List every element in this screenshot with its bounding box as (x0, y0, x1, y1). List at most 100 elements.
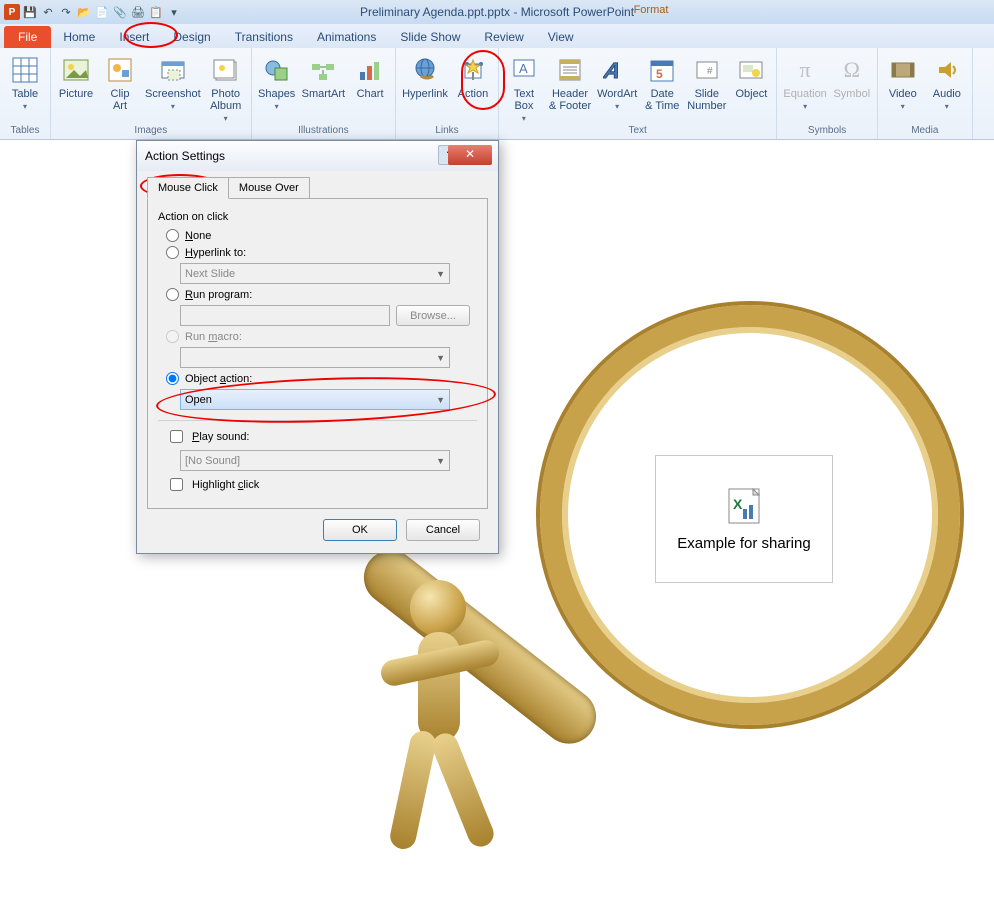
undo-icon[interactable]: ↶ (40, 4, 56, 20)
svg-text:A: A (603, 58, 623, 83)
redo-icon[interactable]: ↷ (58, 4, 74, 20)
tab-file[interactable]: File (4, 26, 51, 48)
screenshot-icon (157, 54, 189, 86)
group-illustrations: Shapes SmartArt Chart Illustrations (252, 48, 396, 139)
paste-icon[interactable]: 📋 (148, 4, 164, 20)
objectaction-value: Open (185, 394, 212, 406)
smartart-icon (307, 54, 339, 86)
audio-icon (931, 54, 963, 86)
headerfooter-icon (554, 54, 586, 86)
embedded-caption: Example for sharing (677, 535, 810, 553)
playsound-value: [No Sound] (185, 455, 240, 467)
tab-home[interactable]: Home (51, 26, 107, 48)
slidenumber-label: Slide Number (687, 88, 726, 112)
ribbon-tabstrip: File Home Insert Design Transitions Anim… (0, 24, 994, 48)
chart-button[interactable]: Chart (351, 54, 389, 100)
photoalbum-icon (210, 54, 242, 86)
hyperlink-icon (409, 54, 441, 86)
action-label: Action (458, 88, 489, 100)
group-symbols: πEquation ΩSymbol Symbols (777, 48, 877, 139)
open-icon[interactable]: 📂 (76, 4, 92, 20)
tab-transitions[interactable]: Transitions (223, 26, 305, 48)
tab-review[interactable]: Review (472, 26, 535, 48)
table-button[interactable]: Table (6, 54, 44, 111)
svg-text:5: 5 (656, 67, 663, 81)
group-text: AText Box Header & Footer AWordArt 5Date… (499, 48, 777, 139)
shapes-label: Shapes (258, 88, 295, 100)
ok-button[interactable]: OK (323, 519, 397, 541)
picture-button[interactable]: Picture (57, 54, 95, 100)
headerfooter-label: Header & Footer (549, 88, 591, 112)
wordart-button[interactable]: AWordArt (597, 54, 637, 111)
audio-button[interactable]: Audio (928, 54, 966, 111)
new-icon[interactable]: 📄 (94, 4, 110, 20)
video-button[interactable]: Video (884, 54, 922, 111)
dialog-close-icon[interactable]: ✕ (448, 145, 492, 165)
svg-text:#: # (707, 66, 713, 77)
tab-slideshow[interactable]: Slide Show (388, 26, 472, 48)
tab-view[interactable]: View (536, 26, 586, 48)
headerfooter-button[interactable]: Header & Footer (549, 54, 591, 112)
symbol-button[interactable]: ΩSymbol (833, 54, 871, 100)
excel-icon: X (723, 485, 765, 527)
title-bar: P 💾 ↶ ↷ 📂 📄 📎 🖨 📋 ▾ Preliminary Agenda.p… (0, 0, 994, 24)
table-label: Table (12, 88, 38, 100)
object-button[interactable]: Object (732, 54, 770, 100)
tab-format[interactable]: Format (600, 0, 702, 20)
cancel-button[interactable]: Cancel (406, 519, 480, 541)
photoalbum-button[interactable]: Photo Album (207, 54, 245, 123)
radio-runmacro: Run macro: (166, 330, 477, 343)
tab-mouse-over[interactable]: Mouse Over (228, 177, 310, 199)
datetime-button[interactable]: 5Date & Time (643, 54, 681, 112)
smartart-label: SmartArt (302, 88, 345, 100)
embedded-object[interactable]: X Example for sharing (655, 455, 833, 583)
radio-hyperlink[interactable]: Hyperlink to: (166, 246, 477, 259)
objectaction-combo[interactable]: Open▼ (180, 389, 450, 410)
check-highlight[interactable]: Highlight click (166, 475, 477, 494)
textbox-icon: A (508, 54, 540, 86)
datetime-icon: 5 (646, 54, 678, 86)
attach-icon[interactable]: 📎 (112, 4, 128, 20)
dialog-titlebar[interactable]: Action Settings ? ✕ (137, 141, 498, 171)
clipart-label: Clip Art (111, 88, 130, 112)
object-label: Object (735, 88, 767, 100)
wordart-icon: A (601, 54, 633, 86)
print-icon[interactable]: 🖨 (130, 4, 146, 20)
tab-insert[interactable]: Insert (107, 26, 161, 48)
radio-runprogram[interactable]: Run program: (166, 288, 477, 301)
shapes-button[interactable]: Shapes (258, 54, 296, 111)
app-icon: P (4, 4, 20, 20)
window-title: Preliminary Agenda.ppt.pptx - Microsoft … (360, 5, 634, 19)
video-icon (887, 54, 919, 86)
svg-text:X: X (733, 496, 743, 512)
tab-animations[interactable]: Animations (305, 26, 388, 48)
radio-objectaction[interactable]: Object action: (166, 372, 477, 385)
playsound-combo: [No Sound]▼ (180, 450, 450, 471)
group-tables-label: Tables (11, 123, 40, 139)
save-icon[interactable]: 💾 (22, 4, 38, 20)
radio-none[interactable]: None (166, 229, 477, 242)
hyperlink-combo: Next Slide▼ (180, 263, 450, 284)
check-playsound[interactable]: Play sound: (166, 427, 477, 446)
tab-mouse-click[interactable]: Mouse Click (147, 177, 229, 199)
clipart-button[interactable]: Clip Art (101, 54, 139, 112)
slidenumber-button[interactable]: # Slide Number (687, 54, 726, 112)
picture-label: Picture (59, 88, 93, 100)
screenshot-button[interactable]: Screenshot (145, 54, 201, 111)
symbol-icon: Ω (836, 54, 868, 86)
action-settings-dialog: Action Settings ? ✕ Mouse Click Mouse Ov… (136, 140, 499, 554)
group-images: Picture Clip Art Screenshot Photo Album … (51, 48, 252, 139)
group-links-label: Links (435, 123, 458, 139)
smartart-button[interactable]: SmartArt (302, 54, 345, 100)
video-label: Video (889, 88, 917, 100)
textbox-button[interactable]: AText Box (505, 54, 543, 123)
tab-design[interactable]: Design (161, 26, 222, 48)
equation-button[interactable]: πEquation (783, 54, 826, 111)
action-button[interactable]: Action (454, 54, 492, 100)
qat-more-icon[interactable]: ▾ (166, 4, 182, 20)
group-symbols-label: Symbols (808, 123, 846, 139)
hyperlink-button[interactable]: Hyperlink (402, 54, 448, 100)
audio-label: Audio (933, 88, 961, 100)
picture-icon (60, 54, 92, 86)
ribbon: Table Tables Picture Clip Art Screenshot… (0, 48, 994, 140)
